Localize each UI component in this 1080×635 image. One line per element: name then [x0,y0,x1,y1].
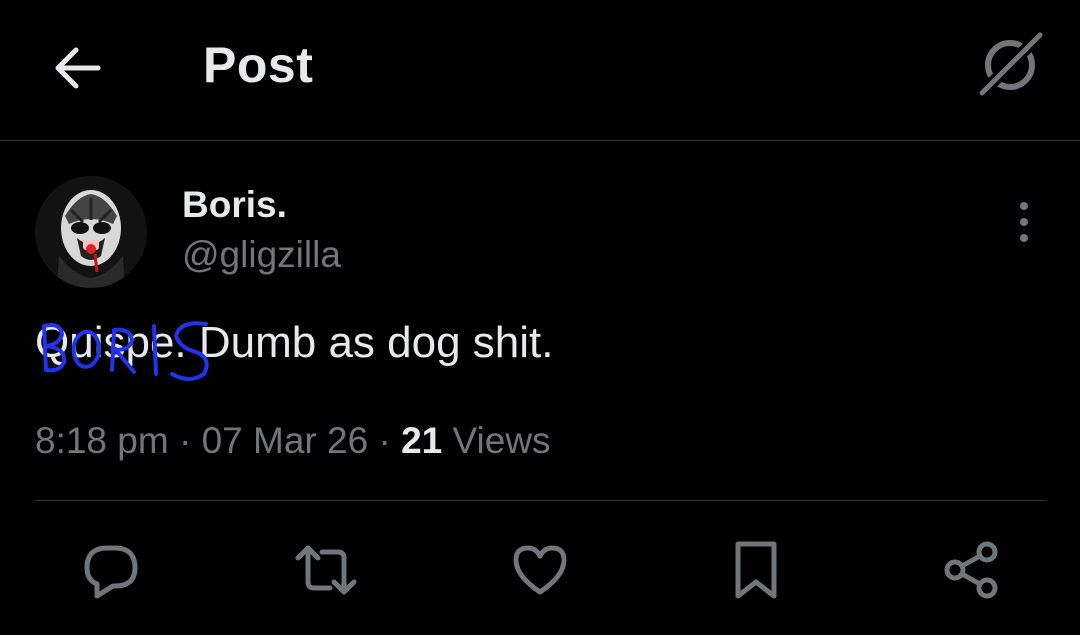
share-icon [944,541,998,599]
bookmark-button[interactable] [724,538,788,602]
reply-icon [84,545,138,599]
post-text-rest: . Dumb as dog shit. [174,318,554,367]
heart-icon [513,545,567,595]
post-meta: 8:18 pm · 07 Mar 26 · 21 Views [35,420,551,462]
post-text-prefix: Quispe [35,318,175,367]
repost-icon [295,545,357,595]
divider [35,500,1047,501]
more-vertical-icon [1020,202,1028,242]
like-button[interactable] [508,538,572,602]
grok-button[interactable] [976,29,1046,99]
author-display-name[interactable]: Boris. [182,184,287,226]
post-time[interactable]: 8:18 pm [35,420,169,461]
author-handle[interactable]: @gligzilla [182,234,341,276]
page-title: Post [203,37,314,93]
back-button[interactable] [50,38,110,98]
meta-separator: · [178,420,192,461]
views-count: 21 [401,420,443,461]
bookmark-icon [735,541,777,599]
grok-icon [976,29,1046,99]
repost-button[interactable] [294,538,358,602]
arrow-left-icon [55,47,101,89]
post-text: Quispe. Dumb as dog shit. [35,318,554,368]
post-date[interactable]: 07 Mar 26 [202,420,369,461]
avatar[interactable] [35,176,147,288]
share-button[interactable] [939,538,1003,602]
top-app-bar: Post [0,0,1080,141]
reply-button[interactable] [79,538,143,602]
masked-luchador-avatar [35,176,147,288]
views-label: Views [452,420,551,461]
meta-separator: · [378,420,391,461]
more-options-button[interactable] [1004,198,1044,246]
